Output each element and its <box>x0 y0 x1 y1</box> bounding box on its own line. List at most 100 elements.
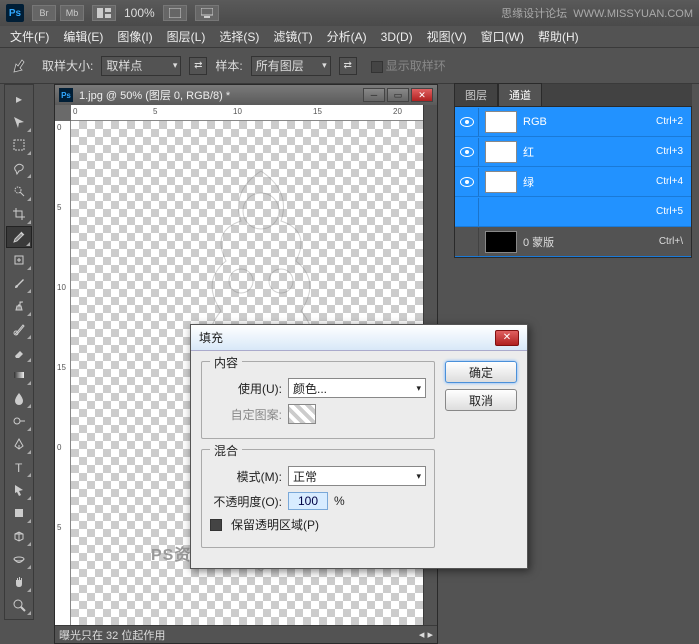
preserve-trans-checkbox[interactable] <box>210 519 222 531</box>
bridge-button[interactable]: Br <box>32 5 56 21</box>
dialog-title: 填充 <box>199 329 495 346</box>
menu-analysis[interactable]: 分析(A) <box>321 26 373 47</box>
ruler-tick: 5 <box>57 203 61 212</box>
channel-name: RGB <box>523 116 656 128</box>
ps-doc-icon: Ps <box>59 88 73 102</box>
channel-row-rgb[interactable]: RGB Ctrl+2 <box>455 107 691 137</box>
menu-filter[interactable]: 滤镜(T) <box>267 26 318 47</box>
channel-row-green[interactable]: 绿 Ctrl+4 <box>455 167 691 197</box>
mode-label: 模式(M): <box>210 468 282 485</box>
shape-tool[interactable] <box>6 502 32 524</box>
dialog-close-button[interactable]: ✕ <box>495 330 519 346</box>
channel-visibility-toggle[interactable] <box>455 108 479 136</box>
3d-tool[interactable] <box>6 525 32 547</box>
menu-help[interactable]: 帮助(H) <box>532 26 585 47</box>
ok-button[interactable]: 确定 <box>445 361 517 383</box>
channel-row-red[interactable]: 红 Ctrl+3 <box>455 137 691 167</box>
pen-tool[interactable] <box>6 433 32 455</box>
ruler-horizontal[interactable]: 0 5 10 15 20 <box>71 105 437 121</box>
channel-visibility-toggle[interactable] <box>455 138 479 166</box>
brush-tool[interactable] <box>6 272 32 294</box>
channel-thumbnail <box>485 141 517 163</box>
ruler-tick: 0 <box>57 123 61 132</box>
menu-layer[interactable]: 图层(L) <box>161 26 212 47</box>
menu-image[interactable]: 图像(I) <box>111 26 158 47</box>
ruler-tick: 10 <box>233 107 242 116</box>
channel-visibility-toggle[interactable] <box>455 228 479 256</box>
eye-icon <box>460 147 474 157</box>
tab-layers[interactable]: 图层 <box>454 83 498 106</box>
menu-window[interactable]: 窗口(W) <box>475 26 530 47</box>
pattern-label: 自定图案: <box>210 406 282 423</box>
show-ring-label: 显示取样环 <box>386 59 446 73</box>
eyedropper-tool[interactable] <box>6 226 32 248</box>
document-titlebar[interactable]: Ps 1.jpg @ 50% (图层 0, RGB/8) * ─ ▭ ✕ <box>55 85 437 105</box>
lasso-tool[interactable] <box>6 157 32 179</box>
hand-tool[interactable] <box>6 571 32 593</box>
status-text: 曝光只在 32 位起作用 <box>59 627 165 643</box>
menu-select[interactable]: 选择(S) <box>213 26 265 47</box>
use-select[interactable]: 颜色... <box>288 378 426 398</box>
doc-minimize-button[interactable]: ─ <box>363 88 385 102</box>
sample-size-swap-button[interactable]: ⇄ <box>189 57 207 75</box>
pattern-swatch[interactable] <box>288 404 316 424</box>
marquee-tool[interactable] <box>6 134 32 156</box>
3d-camera-tool[interactable] <box>6 548 32 570</box>
options-bar: 取样大小: 取样点 ⇄ 样本: 所有图层 ⇄ 显示取样环 <box>0 48 699 84</box>
screen-mode-button[interactable] <box>163 5 187 21</box>
sample-layers-swap-button[interactable]: ⇄ <box>339 57 357 75</box>
document-statusbar: 曝光只在 32 位起作用 ◂ ▸ <box>55 625 437 643</box>
app-titlebar: Ps Br Mb 100% 思缘设计论坛 WWW.MISSYUAN.COM <box>0 0 699 26</box>
opacity-unit: % <box>334 494 345 508</box>
quick-select-tool[interactable] <box>6 180 32 202</box>
ruler-vertical[interactable]: 0 5 10 15 0 5 <box>55 121 71 625</box>
dialog-titlebar[interactable]: 填充 ✕ <box>191 325 527 351</box>
ruler-tick: 20 <box>393 107 402 116</box>
doc-maximize-button[interactable]: ▭ <box>387 88 409 102</box>
menu-edit[interactable]: 编辑(E) <box>57 26 109 47</box>
channel-row-blue[interactable]: Ctrl+5 <box>455 197 691 227</box>
document-title: 1.jpg @ 50% (图层 0, RGB/8) * <box>79 87 357 103</box>
ruler-tick: 0 <box>73 107 77 116</box>
sample-layers-select[interactable]: 所有图层 <box>251 56 331 76</box>
menu-3d[interactable]: 3D(D) <box>375 28 419 46</box>
use-label: 使用(U): <box>210 380 282 397</box>
current-tool-icon[interactable] <box>6 55 34 77</box>
zoom-value[interactable]: 100% <box>124 6 155 20</box>
eye-icon <box>460 177 474 187</box>
crop-tool[interactable] <box>6 203 32 225</box>
sample-size-select[interactable]: 取样点 <box>101 56 181 76</box>
zoom-tool[interactable] <box>6 594 32 616</box>
cancel-button[interactable]: 取消 <box>445 389 517 411</box>
path-select-tool[interactable] <box>6 479 32 501</box>
tab-channels[interactable]: 通道 <box>498 83 542 106</box>
extras-button[interactable] <box>195 5 219 21</box>
channel-thumbnail <box>485 171 517 193</box>
move-tool[interactable] <box>6 111 32 133</box>
menu-view[interactable]: 视图(V) <box>421 26 473 47</box>
minibridge-button[interactable]: Mb <box>60 5 84 21</box>
collapse-toolbox-button[interactable]: ▸ <box>6 88 32 110</box>
healing-brush-tool[interactable] <box>6 249 32 271</box>
gradient-tool[interactable] <box>6 364 32 386</box>
dodge-tool[interactable] <box>6 410 32 432</box>
sample-size-label: 取样大小: <box>42 57 93 74</box>
channel-visibility-toggle[interactable] <box>455 168 479 196</box>
channel-visibility-toggle[interactable] <box>455 198 479 226</box>
channel-shortcut: Ctrl+4 <box>656 176 691 187</box>
blur-tool[interactable] <box>6 387 32 409</box>
doc-close-button[interactable]: ✕ <box>411 88 433 102</box>
channel-shortcut: Ctrl+\ <box>659 236 691 247</box>
blend-legend: 混合 <box>210 442 242 459</box>
clone-stamp-tool[interactable] <box>6 295 32 317</box>
eraser-tool[interactable] <box>6 341 32 363</box>
show-ring-checkbox[interactable] <box>371 61 383 73</box>
channel-row-mask[interactable]: 0 蒙版 Ctrl+\ <box>455 227 691 257</box>
mode-select[interactable]: 正常 <box>288 466 426 486</box>
arrange-docs-button[interactable] <box>92 5 116 21</box>
content-legend: 内容 <box>210 354 242 371</box>
menu-file[interactable]: 文件(F) <box>4 26 55 47</box>
type-tool[interactable]: T <box>6 456 32 478</box>
history-brush-tool[interactable] <box>6 318 32 340</box>
opacity-input[interactable] <box>288 492 328 510</box>
